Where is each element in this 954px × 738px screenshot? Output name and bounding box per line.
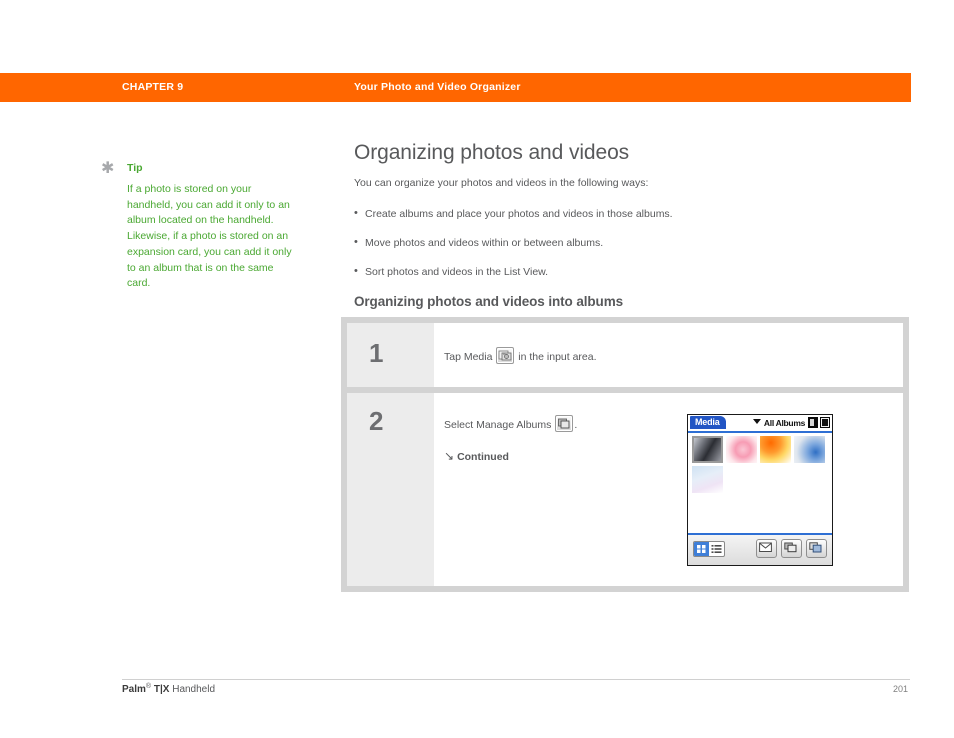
list-item: • Sort photos and videos in the List Vie… xyxy=(354,265,910,280)
chapter-header-bar: CHAPTER 9 Your Photo and Video Organizer xyxy=(0,73,911,102)
asterisk-icon: ✱ xyxy=(101,158,115,177)
page-title: Organizing photos and videos xyxy=(354,141,630,164)
step-content: Select Manage Albums . ↘ Continued Media… xyxy=(434,393,903,586)
tool-buttons xyxy=(756,539,827,558)
list-item: • Move photos and videos within or betwe… xyxy=(354,236,910,251)
chapter-label: CHAPTER 9 xyxy=(122,81,184,93)
step-text-before: Tap Media xyxy=(444,351,493,363)
blue-bubbles-photo[interactable] xyxy=(794,436,825,463)
pastel-sky-photo[interactable] xyxy=(692,466,723,493)
tip-label: Tip xyxy=(127,162,143,174)
bullet-icon: • xyxy=(354,207,358,219)
pda-screenshot: Media All Albums xyxy=(687,414,833,566)
manage-albums-icon[interactable] xyxy=(781,539,802,558)
product-type: Handheld xyxy=(169,684,216,695)
list-item-label: Sort photos and videos in the List View. xyxy=(365,266,549,278)
continued-label: Continued xyxy=(457,451,509,463)
pda-screen: Media All Albums xyxy=(687,414,833,566)
intro-paragraph: You can organize your photos and videos … xyxy=(354,177,649,189)
step-text-before: Select Manage Albums xyxy=(444,419,552,431)
list-item-label: Create albums and place your photos and … xyxy=(365,208,673,220)
thumbnail-area xyxy=(688,433,832,535)
tip-header: ✱ Tip xyxy=(101,160,291,178)
step-number: 1 xyxy=(347,323,434,387)
steps-table: 1 Tap Media in the input area. 2 Select … xyxy=(341,317,909,592)
bluetooth-icon xyxy=(820,417,830,428)
model-name: T|X xyxy=(153,684,170,695)
table-row: 1 Tap Media in the input area. xyxy=(347,323,903,387)
tip-body-text: If a photo is stored on your handheld, y… xyxy=(127,183,292,290)
video-thumbnail[interactable] xyxy=(692,436,723,463)
pink-rose-photo[interactable] xyxy=(726,436,757,463)
step-text-after: in the input area. xyxy=(518,351,597,363)
organize-ways-list: • Create albums and place your photos an… xyxy=(354,207,910,280)
copy-icon[interactable] xyxy=(806,539,827,558)
system-icons xyxy=(808,417,830,428)
pda-app-tab[interactable]: Media xyxy=(690,416,726,429)
list-item: • Create albums and place your photos an… xyxy=(354,207,910,222)
media-app-icon xyxy=(496,347,515,364)
main-content: Organizing photos and videos You can org… xyxy=(354,140,910,309)
section-subtitle: Organizing photos and videos into albums xyxy=(354,294,624,309)
footer-divider xyxy=(122,679,910,680)
step-text-after: . xyxy=(574,419,578,431)
step-instruction: Tap Media in the input area. xyxy=(444,347,903,365)
arrow-down-right-icon: ↘ xyxy=(444,449,455,463)
bullet-icon: • xyxy=(354,265,358,277)
caret-down-icon xyxy=(752,419,761,424)
list-item-label: Move photos and videos within or between… xyxy=(365,237,604,249)
step-text-column: Select Manage Albums . ↘ Continued xyxy=(444,415,669,566)
send-email-icon[interactable] xyxy=(756,539,777,558)
bullet-icon: • xyxy=(354,236,358,248)
thumbnail-grid xyxy=(692,436,830,493)
step-instruction: Select Manage Albums . xyxy=(444,415,669,433)
table-row: 2 Select Manage Albums . ↘ Continued Med… xyxy=(347,393,903,586)
tip-block: ✱ Tip If a photo is stored on your handh… xyxy=(101,160,292,292)
registered-mark: ® xyxy=(145,683,152,690)
pda-bottom-toolbar xyxy=(688,533,832,565)
album-selector[interactable]: All Albums xyxy=(752,417,805,429)
thumbnail-image xyxy=(694,438,721,461)
thumbnail-image xyxy=(794,436,825,463)
chapter-title: Your Photo and Video Organizer xyxy=(354,81,521,93)
thumbnail-image xyxy=(760,436,791,463)
manage-albums-icon xyxy=(555,415,574,432)
thumbnail-image xyxy=(726,436,757,463)
list-view-icon[interactable] xyxy=(709,542,724,556)
view-toggle[interactable] xyxy=(693,541,725,557)
grid-view-icon[interactable] xyxy=(694,542,709,556)
step-content: Tap Media in the input area. xyxy=(434,323,903,387)
footer-product: Palm® T|X Handheld xyxy=(122,683,215,695)
page-number: 201 xyxy=(893,684,909,694)
thumbnail-image xyxy=(692,466,723,493)
orange-abstract-photo[interactable] xyxy=(760,436,791,463)
pda-title-bar: Media All Albums xyxy=(688,415,832,433)
brand-name: Palm xyxy=(122,684,146,695)
step-number: 2 xyxy=(347,393,434,586)
album-selector-label: All Albums xyxy=(763,418,805,428)
battery-icon xyxy=(808,417,818,428)
continued-note: ↘ Continued xyxy=(444,449,669,463)
